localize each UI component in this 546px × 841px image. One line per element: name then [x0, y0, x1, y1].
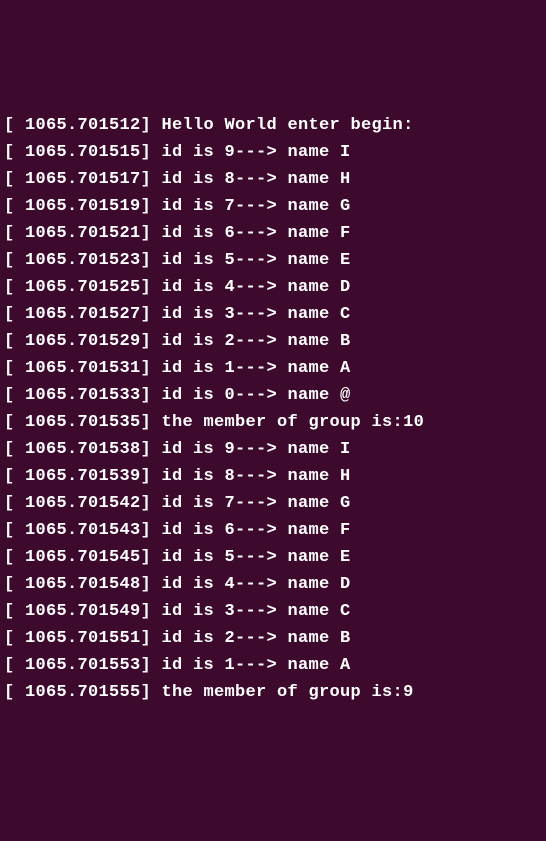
log-line: [ 1065.701533] id is 0---> name @: [4, 382, 546, 409]
log-line: [ 1065.701539] id is 8---> name H: [4, 463, 546, 490]
log-line: [ 1065.701553] id is 1---> name A: [4, 652, 546, 679]
log-line: [ 1065.701555] the member of group is:9: [4, 679, 546, 706]
log-line: [ 1065.701521] id is 6---> name F: [4, 220, 546, 247]
log-line: [ 1065.701542] id is 7---> name G: [4, 490, 546, 517]
log-line: [ 1065.701529] id is 2---> name B: [4, 328, 546, 355]
log-line: [ 1065.701548] id is 4---> name D: [4, 571, 546, 598]
log-line: [ 1065.701519] id is 7---> name G: [4, 193, 546, 220]
terminal-output: [ 1065.701512] Hello World enter begin:[…: [4, 112, 546, 706]
log-line: [ 1065.701512] Hello World enter begin:: [4, 112, 546, 139]
log-line: [ 1065.701543] id is 6---> name F: [4, 517, 546, 544]
log-line: [ 1065.701538] id is 9---> name I: [4, 436, 546, 463]
log-line: [ 1065.701549] id is 3---> name C: [4, 598, 546, 625]
log-line: [ 1065.701531] id is 1---> name A: [4, 355, 546, 382]
log-line: [ 1065.701535] the member of group is:10: [4, 409, 546, 436]
log-line: [ 1065.701525] id is 4---> name D: [4, 274, 546, 301]
log-line: [ 1065.701527] id is 3---> name C: [4, 301, 546, 328]
log-line: [ 1065.701545] id is 5---> name E: [4, 544, 546, 571]
log-line: [ 1065.701517] id is 8---> name H: [4, 166, 546, 193]
log-line: [ 1065.701551] id is 2---> name B: [4, 625, 546, 652]
log-line: [ 1065.701515] id is 9---> name I: [4, 139, 546, 166]
log-line: [ 1065.701523] id is 5---> name E: [4, 247, 546, 274]
